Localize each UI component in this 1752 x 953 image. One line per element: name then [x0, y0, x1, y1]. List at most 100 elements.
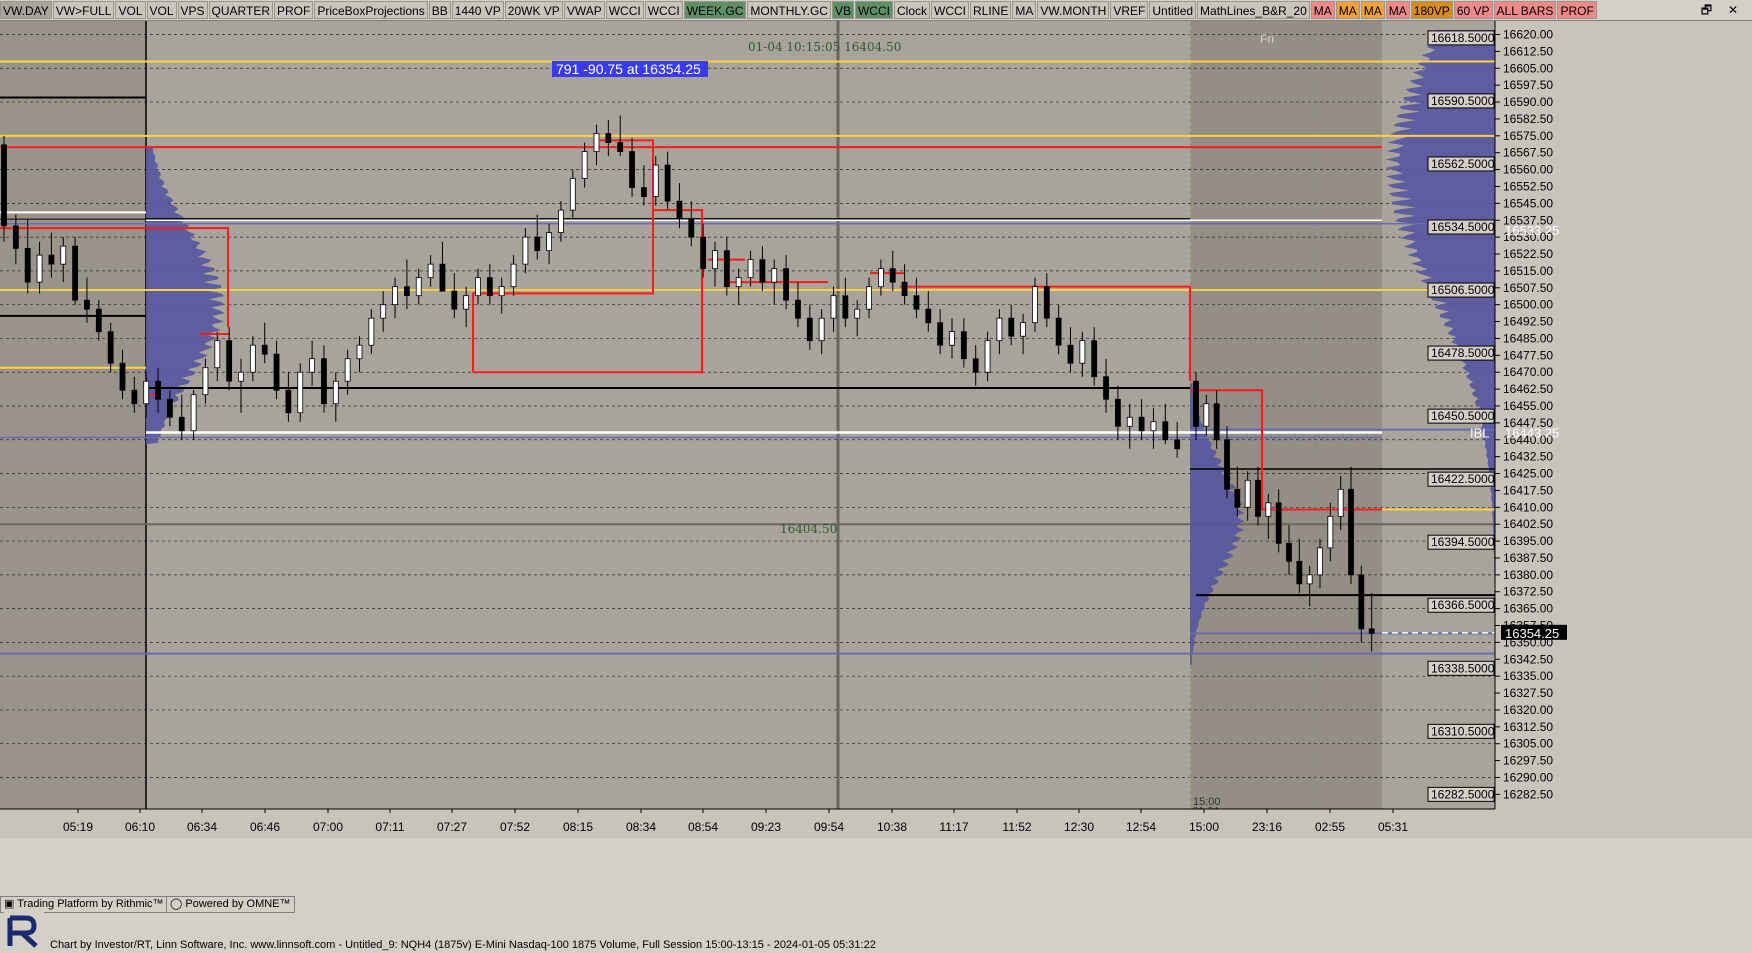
toolbar-button-21[interactable]: MA	[1012, 1, 1037, 19]
candle-body-104	[1234, 488, 1241, 508]
price-level-label-8: 16394.5000	[1431, 535, 1495, 549]
candle-body-100	[1193, 380, 1199, 427]
candle-0	[1, 135, 7, 242]
price-tick-label-40: 16320.00	[1503, 703, 1553, 717]
toolbar-button-8[interactable]: BB	[428, 1, 451, 19]
candle-body-94	[1115, 398, 1121, 427]
price-tick-label-27: 16417.50	[1503, 483, 1553, 497]
candle-body-32	[380, 304, 387, 319]
price-tick-label-0: 16620.00	[1503, 28, 1553, 42]
toolbar-button-31[interactable]: 60 VP	[1453, 1, 1493, 19]
candle-body-106	[1255, 479, 1261, 517]
price-tick-label-6: 16575.00	[1503, 129, 1553, 143]
candle-body-109	[1286, 542, 1292, 562]
time-tick-label-15: 11:52	[1002, 820, 1031, 834]
price-tick-label-21: 16462.50	[1503, 382, 1553, 396]
toolbar-button-28[interactable]: MA	[1360, 1, 1385, 19]
candle-body-82	[972, 358, 979, 373]
toolbar-button-1[interactable]: VW>FULL	[52, 1, 115, 19]
price-tick-label-22: 16455.00	[1503, 399, 1553, 413]
toolbar-button-2[interactable]: VOL	[115, 1, 146, 19]
toolbar-button-9[interactable]: 1440 VP	[451, 1, 504, 19]
toolbar-button-7[interactable]: PriceBoxProjections	[314, 1, 428, 19]
toolbar-button-19[interactable]: WCCI	[931, 1, 969, 19]
toolbar-button-16[interactable]: VB	[831, 1, 854, 19]
price-tick-label-43: 16297.50	[1503, 754, 1553, 768]
time-tick-label-5: 07:11	[375, 820, 404, 834]
candle-body-74	[878, 268, 884, 288]
time-tick-label-0: 05:19	[63, 820, 93, 834]
candle-body-101	[1203, 403, 1210, 427]
candle-body-112	[1317, 547, 1323, 576]
price-chart[interactable]: 791 -90.75 at 16354.25 01-04 10:15:05 164…	[0, 21, 1752, 838]
price-tick-label-25: 16432.50	[1503, 450, 1553, 464]
candle-body-69	[818, 317, 825, 342]
candle-body-53	[629, 151, 635, 189]
time-tick-label-10: 08:54	[688, 820, 718, 834]
toolbar-button-25[interactable]: MathLines_B&R_20	[1197, 1, 1310, 19]
time-tick-label-21: 05:31	[1378, 820, 1408, 834]
toolbar-button-5[interactable]: QUARTER	[208, 1, 273, 19]
candle-body-110	[1296, 560, 1303, 585]
toolbar-button-10[interactable]: 20WK VP	[504, 1, 563, 19]
toolbar-button-20[interactable]: RLINE	[970, 1, 1012, 19]
toolbar-button-13[interactable]: WCCI	[644, 1, 683, 19]
toolbar-button-11[interactable]: VWAP	[563, 1, 605, 19]
toolbar-button-17[interactable]: WCCI	[854, 1, 893, 19]
price-level-label-2: 16562.5000	[1431, 157, 1495, 171]
toolbar-button-30[interactable]: 180VP	[1410, 1, 1453, 19]
candle-body-81	[960, 331, 967, 360]
candle-body-68	[806, 317, 813, 342]
price-tick-label-19: 16477.50	[1503, 348, 1553, 362]
candle-body-30	[356, 344, 363, 360]
candle-body-0	[1, 144, 7, 227]
toolbar-button-3[interactable]: VOL	[146, 1, 177, 19]
candle-body-91	[1079, 340, 1086, 364]
candle-body-59	[700, 236, 707, 270]
toolbar-button-12[interactable]: WCCI	[605, 1, 644, 19]
candle-body-7	[84, 299, 90, 310]
time-tick-label-1: 06:10	[125, 820, 155, 834]
toolbar-button-0[interactable]: VW.DAY	[0, 1, 52, 19]
window-controls[interactable]: 🗗 ✕	[1701, 1, 1744, 22]
toolbar-button-26[interactable]: MA	[1310, 1, 1335, 19]
time-tick-label-8: 08:15	[563, 820, 593, 834]
price-tick-label-31: 16387.50	[1503, 551, 1553, 565]
candle-body-18	[214, 340, 221, 369]
right-label-3: 16354.25	[1505, 626, 1559, 641]
candle-body-60	[712, 250, 718, 270]
candle-body-31	[368, 317, 375, 346]
candle-body-64	[759, 259, 766, 283]
rithmic-logo-icon	[4, 912, 44, 952]
toolbar-button-22[interactable]: VW.MONTH	[1037, 1, 1110, 19]
toolbar-button-33[interactable]: PROF	[1557, 1, 1597, 19]
toolbar-button-32[interactable]: ALL BARS	[1493, 1, 1557, 19]
candle-body-42	[498, 286, 505, 297]
toolbar-button-24[interactable]: Untitled	[1149, 1, 1197, 19]
price-tick-label-9: 16552.50	[1503, 179, 1553, 193]
toolbar-button-14[interactable]: WEEK.GC	[683, 1, 747, 19]
candle-body-115	[1348, 488, 1354, 576]
toolbar-button-27[interactable]: MA	[1335, 1, 1360, 19]
toolbar-button-4[interactable]: VPS	[177, 1, 208, 19]
candle-body-38	[451, 290, 458, 310]
price-tick-label-10: 16545.00	[1503, 196, 1553, 210]
candle-body-85	[1008, 317, 1015, 337]
candle-body-54	[641, 187, 647, 198]
candle-body-23	[273, 353, 280, 391]
toolbar-button-18[interactable]: Clock	[893, 1, 930, 19]
price-tick-label-42: 16305.00	[1503, 737, 1553, 751]
price-level-label-10: 16338.5000	[1431, 661, 1495, 675]
price-tick-label-44: 16290.00	[1503, 770, 1553, 784]
candle-body-72	[854, 308, 861, 319]
candle-body-48	[569, 178, 576, 211]
time-tick-label-3: 06:46	[250, 820, 280, 834]
crosshair-label: 01-04 10:15:05 16404.50	[748, 40, 901, 54]
candle-body-73	[866, 286, 872, 310]
toolbar-button-23[interactable]: VREF	[1110, 1, 1149, 19]
toolbar-button-15[interactable]: MONTHLY.GC	[747, 1, 831, 19]
candle-body-95	[1126, 416, 1133, 427]
toolbar-button-6[interactable]: PROF	[273, 1, 314, 19]
toolbar-button-29[interactable]: MA	[1385, 1, 1410, 19]
candle-body-15	[178, 416, 185, 432]
